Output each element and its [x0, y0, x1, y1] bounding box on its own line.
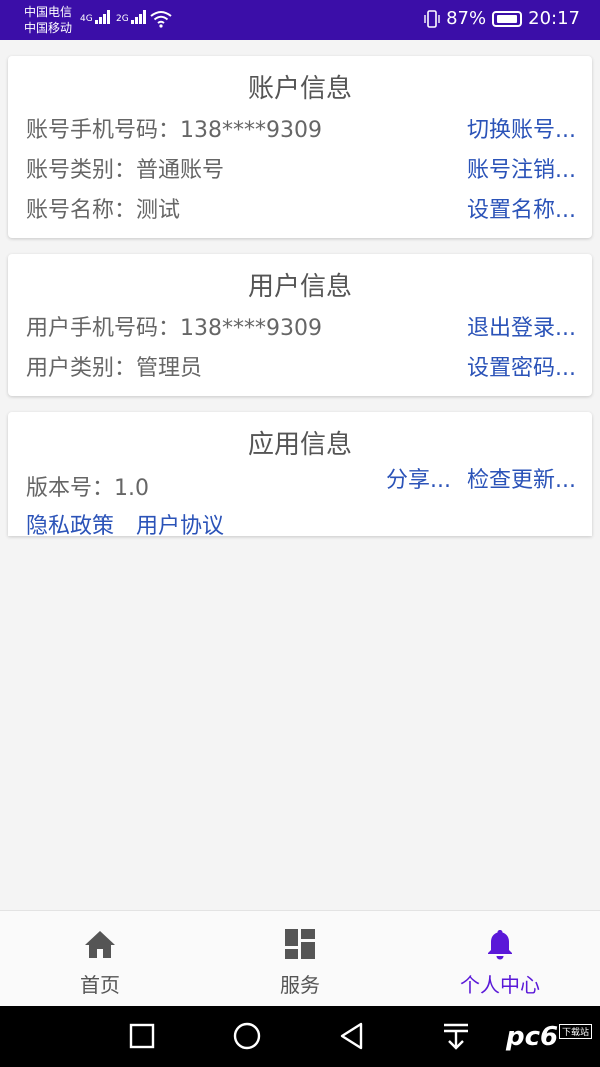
share-link[interactable]: 分享...	[386, 462, 451, 494]
app-card-title: 应用信息	[247, 430, 352, 460]
version-label: 版本号：1.0	[26, 476, 149, 501]
set-name-link[interactable]: 设置名称...	[467, 192, 576, 224]
bell-icon	[488, 930, 512, 960]
signal-2-icon: 2G	[116, 10, 146, 24]
carrier-1: 中国电信	[24, 5, 73, 19]
nav-label-service: 服务	[280, 973, 320, 997]
status-right: 87% 20:17	[424, 8, 580, 29]
vibrate-icon	[424, 9, 440, 28]
back-icon[interactable]	[337, 1021, 367, 1051]
user-type: 用户类别：管理员	[26, 356, 203, 381]
home-circle-icon[interactable]	[232, 1021, 262, 1051]
logout-link[interactable]: 退出登录...	[467, 310, 576, 342]
wifi-icon	[150, 11, 172, 28]
user-phone: 用户手机号码：138****9309	[26, 316, 322, 341]
home-icon	[85, 931, 115, 958]
carrier-info: 中国电信 中国移动	[24, 4, 72, 36]
nav-label-home: 首页	[80, 973, 120, 997]
watermark-logo: pc6 下载站	[502, 1020, 592, 1056]
grid-icon	[285, 929, 315, 959]
user-info-card: 用户信息 用户手机号码：138****9309 退出登录... 用户类别：管理员…	[8, 254, 592, 396]
system-nav-bar: pc6 下载站	[0, 1006, 600, 1067]
user-card-title: 用户信息	[247, 272, 352, 302]
battery-percent: 87%	[446, 8, 487, 29]
nav-item-home[interactable]: 首页	[0, 911, 200, 1007]
nav-item-profile[interactable]: 个人中心	[400, 911, 600, 1007]
cancel-account-link[interactable]: 账号注销...	[467, 152, 576, 184]
nav-item-service[interactable]: 服务	[200, 911, 400, 1007]
account-info-card: 账户信息 账号手机号码：138****9309 切换账号... 账号类别：普通账…	[8, 56, 592, 238]
privacy-policy-link[interactable]: 隐私政策	[26, 508, 114, 540]
account-name: 账号名称：测试	[26, 198, 181, 223]
status-bar: 中国电信 中国移动 4G 2G 87% 20:17	[0, 0, 600, 40]
account-phone: 账号手机号码：138****9309	[26, 118, 322, 143]
nav-label-profile: 个人中心	[460, 973, 540, 997]
recents-icon[interactable]	[127, 1021, 157, 1051]
clock: 20:17	[528, 8, 580, 29]
bottom-nav: 首页 服务 个人中心	[0, 910, 600, 1006]
set-password-link[interactable]: 设置密码...	[467, 350, 576, 382]
check-update-link[interactable]: 检查更新...	[467, 462, 576, 494]
account-card-title: 账户信息	[247, 74, 352, 104]
signal-1-icon: 4G	[80, 10, 110, 24]
battery-icon	[492, 10, 523, 27]
notification-pulldown-icon[interactable]	[441, 1021, 471, 1051]
switch-account-link[interactable]: 切换账号...	[467, 112, 576, 144]
app-info-card: 应用信息 版本号：1.0 分享... 检查更新... 隐私政策 用户协议	[8, 412, 592, 539]
carrier-2: 中国移动	[24, 21, 73, 35]
user-agreement-link[interactable]: 用户协议	[136, 508, 224, 540]
account-type: 账号类别：普通账号	[26, 158, 225, 183]
